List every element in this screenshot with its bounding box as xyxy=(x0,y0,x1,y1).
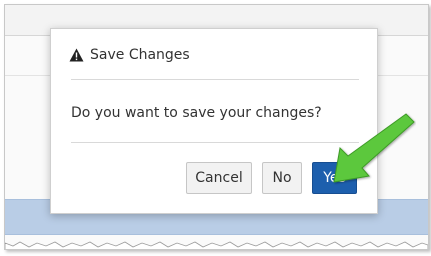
torn-edge xyxy=(5,241,428,249)
no-button[interactable]: No xyxy=(262,162,302,194)
dialog-message: Do you want to save your changes? xyxy=(71,105,322,121)
header-divider xyxy=(71,79,359,80)
footer-divider xyxy=(71,142,359,143)
dialog-header: Save Changes xyxy=(69,45,190,65)
warning-triangle-icon xyxy=(69,48,84,62)
dialog-title: Save Changes xyxy=(90,47,190,63)
cancel-button[interactable]: Cancel xyxy=(186,162,252,194)
green-pointer-arrow-icon xyxy=(333,113,415,183)
